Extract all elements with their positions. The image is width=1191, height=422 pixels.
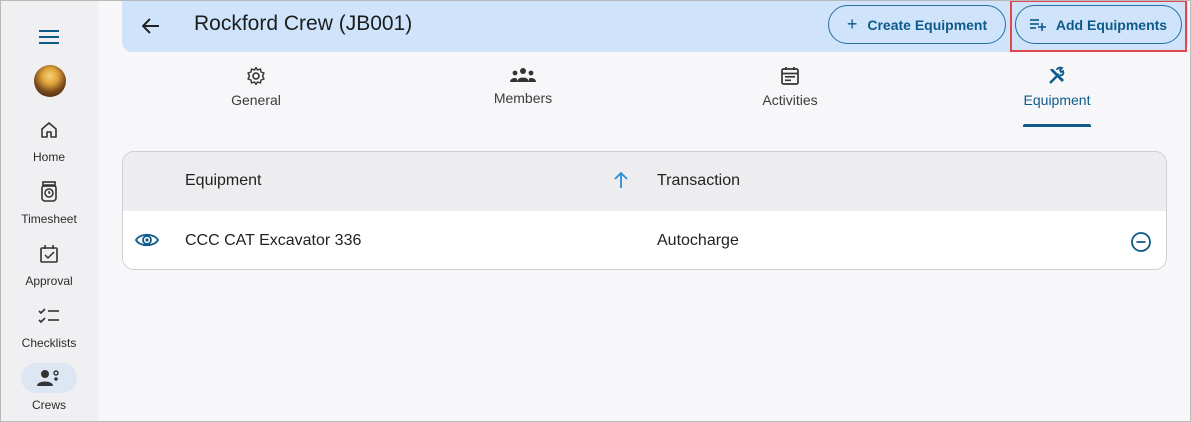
approval-icon — [21, 239, 77, 269]
home-icon — [21, 115, 77, 145]
checklist-icon — [21, 301, 77, 331]
add-equipments-label: Add Equipments — [1055, 16, 1168, 33]
crews-icon — [21, 363, 77, 393]
sidebar-item-label: Home — [32, 150, 65, 164]
calendar-icon — [781, 67, 799, 85]
tab-equipment[interactable]: Equipment — [987, 66, 1127, 128]
arrow-left-icon — [142, 18, 159, 34]
sidebar-item-crews[interactable]: Crews — [0, 363, 98, 419]
table-row[interactable]: CCC CAT Excavator 336 Autocharge — [123, 211, 1166, 269]
playlist-add-icon — [1029, 18, 1046, 31]
hamburger-icon — [39, 30, 59, 44]
back-button[interactable] — [138, 13, 164, 39]
sidebar-item-label: Approval — [25, 274, 73, 288]
page-title: Rockford Crew (JB001) — [194, 12, 413, 35]
avatar[interactable] — [34, 65, 66, 97]
sidebar-item-checklists[interactable]: Checklists — [0, 301, 98, 357]
members-icon — [510, 68, 536, 82]
active-tab-indicator — [1023, 124, 1091, 127]
menu-button[interactable] — [37, 27, 61, 47]
tab-activities[interactable]: Activities — [720, 66, 860, 128]
tab-label: General — [231, 92, 281, 108]
add-equipments-button[interactable]: Add Equipments — [1015, 5, 1182, 44]
sidebar-item-home[interactable]: Home — [0, 115, 98, 171]
create-equipment-label: Create Equipment — [867, 16, 988, 33]
tab-label: Members — [493, 90, 553, 106]
column-header-equipment[interactable]: Equipment — [185, 172, 262, 190]
sidebar-item-timesheet[interactable]: Timesheet — [0, 177, 98, 233]
create-equipment-button[interactable]: + Create Equipment — [828, 5, 1006, 44]
column-header-transaction[interactable]: Transaction — [657, 172, 740, 190]
sidebar-item-label: Timesheet — [21, 212, 77, 226]
tools-icon — [1049, 66, 1065, 84]
equipment-cell: CCC CAT Excavator 336 — [185, 232, 362, 249]
sidebar: Home Timesheet Approval Checklists Crews — [0, 0, 98, 422]
equipment-table: Equipment Transaction CCC CAT Excavator … — [122, 151, 1167, 270]
sort-ascending-icon[interactable] — [613, 171, 629, 189]
tab-general[interactable]: General — [186, 66, 326, 128]
page-header: Rockford Crew (JB001) + Create Equipment… — [122, 0, 1188, 52]
sidebar-item-label: Crews — [31, 398, 66, 412]
plus-icon: + — [846, 14, 858, 34]
sidebar-item-approval[interactable]: Approval — [0, 239, 98, 295]
remove-circle-icon[interactable] — [1130, 231, 1152, 253]
tab-label: Equipment — [1023, 92, 1091, 108]
tab-label: Activities — [762, 92, 818, 108]
gear-icon — [247, 66, 265, 86]
transaction-cell: Autocharge — [657, 232, 739, 249]
timesheet-icon — [21, 177, 77, 207]
eye-icon[interactable] — [135, 231, 159, 249]
table-header: Equipment Transaction — [123, 152, 1166, 211]
tab-members[interactable]: Members — [453, 66, 593, 128]
sidebar-item-label: Checklists — [21, 336, 77, 350]
